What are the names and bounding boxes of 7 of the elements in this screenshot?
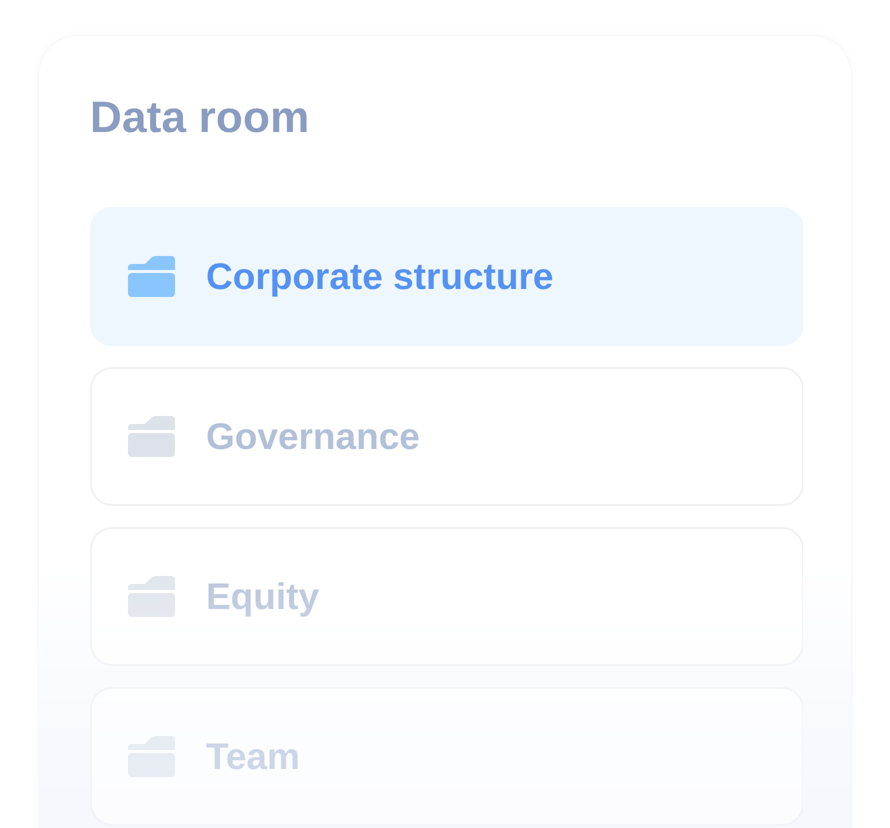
folder-icon: [128, 256, 175, 297]
folder-item[interactable]: Corporate structure: [90, 207, 804, 346]
folder-icon: [128, 416, 175, 457]
folder-item[interactable]: Governance: [90, 367, 804, 506]
section-title: Data room: [90, 92, 310, 144]
folder-item[interactable]: Equity: [90, 527, 804, 666]
folder-icon: [128, 576, 175, 617]
